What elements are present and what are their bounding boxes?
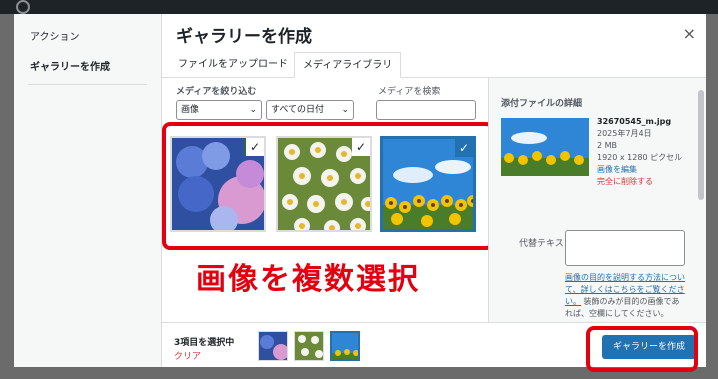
annotation-frame-button: [586, 326, 698, 372]
selected-thumb-sunflowers[interactable]: [330, 331, 360, 361]
edit-image-link[interactable]: 画像を編集: [597, 164, 682, 176]
tab-media-library[interactable]: メディアライブラリ: [294, 52, 402, 78]
close-icon[interactable]: ×: [683, 24, 696, 43]
modal-title: ギャラリーを作成: [176, 27, 312, 47]
tab-upload-files[interactable]: ファイルをアップロード: [170, 52, 296, 78]
media-type-value: 画像: [181, 105, 200, 115]
admin-bar: [0, 0, 718, 14]
filter-label: メディアを絞り込む: [176, 87, 257, 97]
selected-thumb-daisies[interactable]: [294, 331, 324, 361]
chevron-down-icon: ⌄: [249, 105, 257, 115]
menu-separator: [28, 84, 147, 85]
details-filename: 32670545_m.jpg: [597, 117, 672, 126]
chevron-down-icon: ⌄: [341, 105, 349, 115]
menu-item-create-gallery[interactable]: ギャラリーを作成: [30, 58, 110, 73]
date-select[interactable]: すべての日付 ⌄: [266, 100, 354, 120]
details-info: 32670545_m.jpg 2025年7月4日 2 MB 1920 x 128…: [597, 116, 682, 188]
media-type-select[interactable]: 画像 ⌄: [176, 100, 262, 120]
sidebar-scrollbar[interactable]: [698, 90, 704, 200]
details-date: 2025年7月4日: [597, 129, 652, 138]
attachment-details-sidebar: 添付ファイルの詳細 32670545_m.jpg 2025年7月4日 2 MB …: [488, 78, 706, 322]
menu-section-title: アクション: [30, 32, 80, 43]
details-dimensions: 1920 x 1280 ピクセル: [597, 153, 683, 162]
wordpress-logo-icon: [16, 0, 30, 14]
selection-count: 3項目を選択中: [174, 338, 235, 348]
alt-text-help-text: 装飾のみが目的の画像であれば、空欄にしてください。: [565, 297, 680, 318]
search-label: メディアを検索: [378, 87, 441, 97]
media-search-input[interactable]: [376, 100, 476, 120]
alt-text-input[interactable]: [565, 230, 685, 266]
annotation-frame-images: [162, 122, 494, 250]
delete-permanently-link[interactable]: 完全に削除する: [597, 176, 682, 188]
date-value: すべての日付: [271, 105, 325, 115]
clear-selection-link[interactable]: クリア: [174, 349, 201, 362]
details-size: 2 MB: [597, 141, 618, 150]
details-heading: 添付ファイルの詳細: [501, 99, 583, 109]
annotation-label: 画像を複数選択: [196, 262, 420, 297]
details-thumbnail: [501, 118, 589, 176]
modal-menu: アクション ギャラリーを作成: [14, 14, 162, 367]
router-tabs: ファイルをアップロード メディアライブラリ: [162, 52, 706, 78]
selected-thumb-hydrangea[interactable]: [258, 331, 288, 361]
media-modal: アクション ギャラリーを作成 ギャラリーを作成 × ファイルをアップロード メデ…: [14, 14, 706, 372]
alt-text-help: 画像の目的を説明する方法について、詳しくはこちらをご覧ください。 装飾のみが目的…: [565, 272, 687, 320]
